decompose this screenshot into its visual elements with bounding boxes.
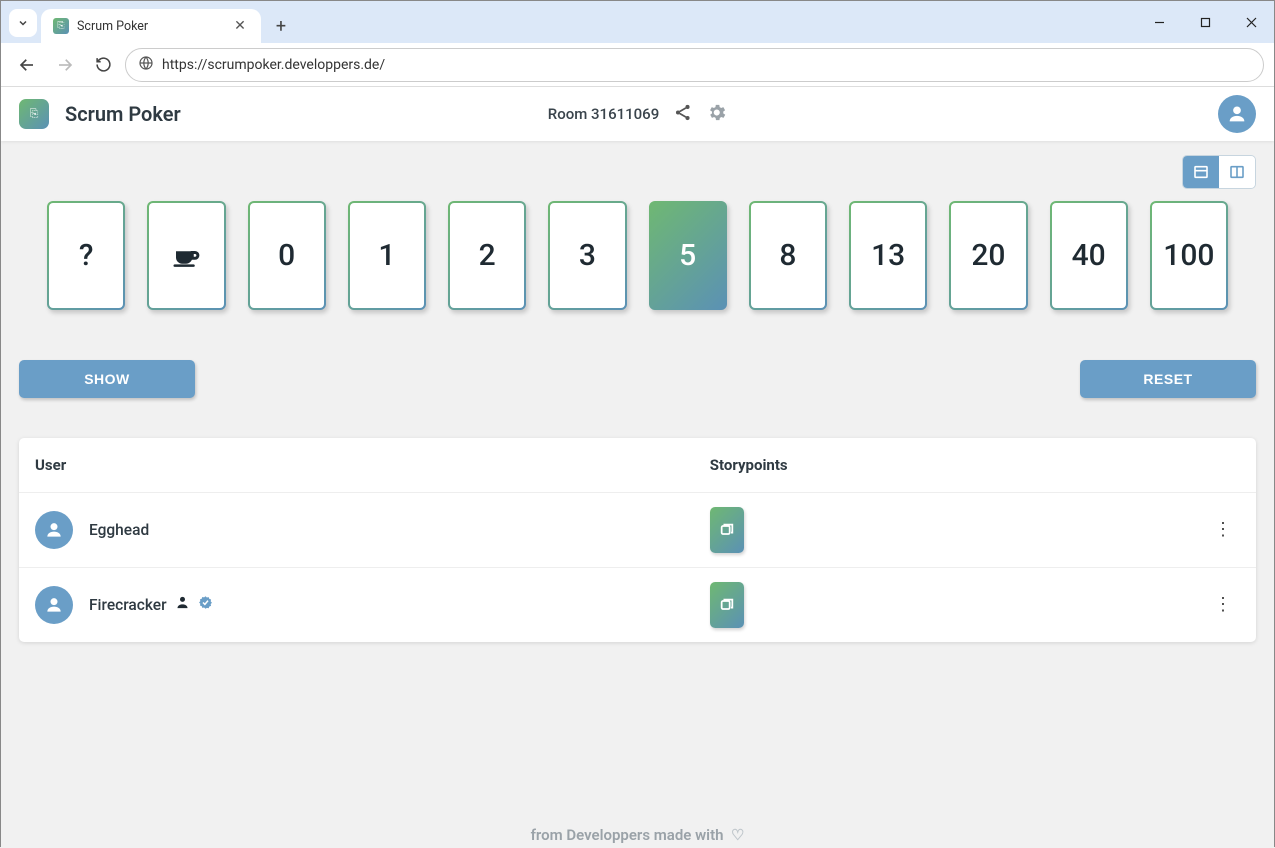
poker-card-3[interactable]: 3: [548, 201, 626, 310]
app-viewport: ⎘ Scrum Poker Room 31611069 ? 01235813204…: [1, 87, 1274, 848]
cards-row: ? 012358132040 100: [19, 201, 1256, 310]
url-text: https://scrumpoker.developpers.de/: [162, 57, 385, 73]
poker-card-1[interactable]: 1: [348, 201, 426, 310]
tab-search-dropdown[interactable]: [9, 9, 37, 37]
app-title: Scrum Poker: [65, 102, 181, 126]
col-user-header: User: [35, 456, 710, 474]
nav-reload-button[interactable]: [87, 49, 119, 81]
app-body: ? 012358132040 100 SHOW RESET User Storypo…: [1, 141, 1274, 848]
user-row: Firecracker ⋮: [19, 567, 1256, 642]
heart-icon: ♡: [727, 826, 744, 844]
user-name: Egghead: [89, 521, 149, 539]
poker-card-8[interactable]: 8: [749, 201, 827, 310]
user-vote-cell: [710, 507, 1206, 553]
footer: from Developpers made with ♡: [19, 808, 1256, 848]
room-info: Room 31611069: [548, 102, 727, 127]
poker-card-?[interactable]: ?: [47, 201, 125, 310]
vote-card-back-icon: [710, 582, 744, 628]
user-vote-cell: [710, 582, 1206, 628]
user-avatar-icon: [35, 586, 73, 624]
poker-card-13[interactable]: 13: [849, 201, 927, 310]
window-maximize-button[interactable]: [1182, 1, 1228, 43]
browser-tab-strip: ⎘ Scrum Poker ✕ +: [1, 1, 1274, 43]
user-avatar-button[interactable]: [1218, 95, 1256, 133]
settings-icon[interactable]: [706, 102, 727, 127]
room-label: Room 31611069: [548, 105, 659, 123]
site-info-icon[interactable]: [138, 55, 154, 75]
share-icon[interactable]: [673, 103, 692, 126]
poker-card-100[interactable]: 100: [1150, 201, 1228, 310]
user-table-header: User Storypoints: [19, 438, 1256, 492]
user-row: Egghead ⋮: [19, 492, 1256, 567]
app-logo-icon[interactable]: ⎘: [19, 99, 49, 129]
row-menu-button[interactable]: ⋮: [1206, 515, 1240, 544]
view-toggle: [1182, 155, 1256, 189]
close-tab-icon[interactable]: ✕: [231, 17, 249, 35]
tab-title: Scrum Poker: [77, 19, 148, 34]
window-close-button[interactable]: [1228, 1, 1274, 43]
window-controls: [1136, 1, 1274, 43]
show-button[interactable]: SHOW: [19, 360, 195, 398]
poker-card-0[interactable]: 0: [248, 201, 326, 310]
view-split-button[interactable]: [1219, 156, 1255, 188]
verified-icon: [198, 595, 213, 614]
row-menu-button[interactable]: ⋮: [1206, 590, 1240, 619]
reset-button[interactable]: RESET: [1080, 360, 1256, 398]
self-icon: [175, 595, 190, 614]
col-points-header: Storypoints: [710, 456, 1240, 474]
nav-back-button[interactable]: [11, 49, 43, 81]
poker-card-5[interactable]: 5: [649, 201, 727, 310]
vote-card-back-icon: [710, 507, 744, 553]
user-name: Firecracker: [89, 595, 213, 614]
new-tab-button[interactable]: +: [267, 12, 295, 40]
user-avatar-icon: [35, 511, 73, 549]
address-bar[interactable]: https://scrumpoker.developpers.de/: [125, 48, 1264, 82]
footer-text: from Developpers made with: [531, 826, 724, 844]
browser-toolbar: https://scrumpoker.developpers.de/: [1, 43, 1274, 87]
poker-card-20[interactable]: 20: [949, 201, 1027, 310]
favicon-icon: ⎘: [53, 18, 69, 34]
action-row: SHOW RESET: [19, 360, 1256, 398]
app-header: ⎘ Scrum Poker Room 31611069: [1, 87, 1274, 141]
view-list-button[interactable]: [1183, 156, 1219, 188]
browser-tab[interactable]: ⎘ Scrum Poker ✕: [41, 9, 261, 43]
poker-card-40[interactable]: 40: [1050, 201, 1128, 310]
user-panel: User Storypoints Egghead ⋮ Firecracker ⋮: [19, 438, 1256, 642]
nav-forward-button[interactable]: [49, 49, 81, 81]
poker-card-2[interactable]: 2: [448, 201, 526, 310]
poker-card-coffee[interactable]: [147, 201, 225, 310]
window-minimize-button[interactable]: [1136, 1, 1182, 43]
